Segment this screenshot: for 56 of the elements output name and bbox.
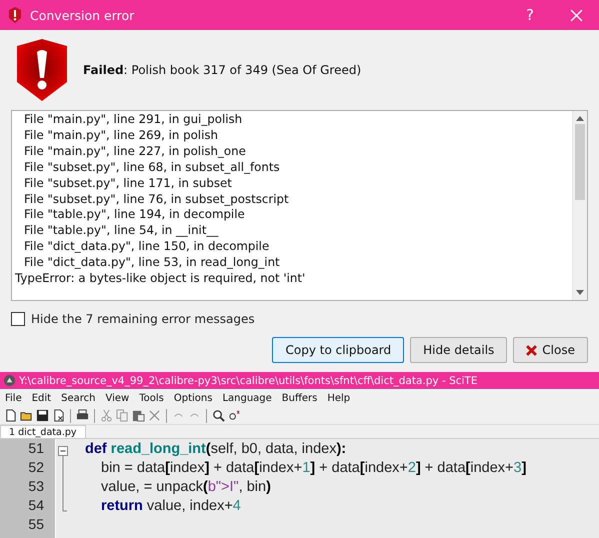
error-message: Failed: Polish book 317 of 349 (Sea Of Greed) bbox=[83, 63, 362, 77]
up-arrow-icon[interactable] bbox=[576, 116, 584, 121]
menu-item[interactable]: File bbox=[5, 392, 22, 404]
menu-item[interactable]: Buffers bbox=[282, 392, 318, 404]
code-line: bin = data[index] + data[index+1] + data[index+2] + data[index+3] bbox=[101, 460, 526, 476]
menu-item[interactable]: Search bbox=[61, 392, 96, 404]
copy-button[interactable]: Copy to clipboard bbox=[272, 337, 404, 363]
line-number: 54 bbox=[27, 496, 45, 515]
menu-item[interactable]: Language bbox=[222, 392, 272, 404]
close-file-icon[interactable] bbox=[52, 409, 65, 422]
close-icon bbox=[526, 344, 538, 356]
line-number: 52 bbox=[27, 458, 45, 477]
save-icon[interactable] bbox=[36, 409, 49, 422]
traceback-text-area[interactable] bbox=[11, 110, 588, 301]
line-number: 53 bbox=[27, 477, 45, 496]
close-button[interactable]: Close bbox=[513, 337, 588, 363]
line-number: 55 bbox=[27, 515, 45, 534]
traceback-line: File "main.py", line 291, in gui_polish bbox=[23, 112, 244, 128]
printer-icon[interactable] bbox=[76, 409, 89, 422]
menu-item[interactable]: Edit bbox=[32, 392, 52, 404]
close-icon bbox=[570, 8, 582, 22]
checkbox[interactable] bbox=[11, 312, 25, 326]
menu-item[interactable]: View bbox=[105, 392, 130, 404]
search-icon[interactable] bbox=[212, 409, 225, 422]
app-icon bbox=[4, 375, 15, 386]
code-line: return value, index+4 bbox=[101, 498, 241, 514]
checkbox-label: Hide the 7 remaining error messages bbox=[31, 312, 255, 326]
window-title: Conversion error bbox=[30, 8, 136, 22]
file-tab[interactable]: 1 dict_data.py bbox=[0, 425, 86, 438]
help-button[interactable]: ? bbox=[507, 0, 553, 30]
traceback-line: File "dict_data.py", line 53, in read_long_int bbox=[23, 255, 281, 272]
traceback-line: File "subset.py", line 68, in subset_all_fonts bbox=[23, 160, 281, 176]
replace-icon[interactable] bbox=[228, 409, 241, 422]
traceback-line: File "subset.py", line 171, in subset bbox=[23, 176, 233, 192]
down-arrow-icon[interactable] bbox=[576, 290, 584, 295]
menu-item[interactable]: Help bbox=[327, 392, 350, 404]
window-title: Y:\calibre_source_v4_99_2\calibre-py3\src\calibre\utils\fonts\sfnt\cff\dict_data.py - SciTE bbox=[19, 374, 478, 386]
paste-icon[interactable] bbox=[132, 409, 145, 422]
traceback-line: File "subset.py", line 76, in subset_postscript bbox=[23, 192, 290, 208]
traceback-line: File "dict_data.py", line 150, in decompile bbox=[23, 239, 270, 256]
traceback-line: TypeError: a bytes-like object is required, not 'int' bbox=[15, 271, 306, 287]
shield-warning-icon bbox=[8, 7, 22, 23]
delete-icon[interactable] bbox=[148, 409, 161, 422]
scrollbar[interactable] bbox=[572, 111, 587, 300]
shield-warning-icon bbox=[15, 38, 69, 102]
menu-item[interactable]: Tools bbox=[139, 392, 164, 404]
new-file-icon[interactable] bbox=[4, 409, 17, 422]
traceback-line: File "table.py", line 54, in __init__ bbox=[23, 223, 220, 240]
traceback-line: File "main.py", line 269, in polish bbox=[23, 128, 219, 144]
code-line: def read_long_int(self, b0, data, index): bbox=[85, 440, 346, 456]
traceback-line: File "table.py", line 194, in decompile bbox=[23, 207, 246, 224]
details-button[interactable]: Hide details bbox=[410, 337, 508, 363]
line-number: 51 bbox=[27, 439, 45, 458]
code-line: value, = unpack(b">I", bin) bbox=[101, 478, 271, 494]
menu-item[interactable]: Options bbox=[174, 392, 212, 404]
traceback-line: File "main.py", line 227, in polish_one bbox=[23, 144, 247, 160]
